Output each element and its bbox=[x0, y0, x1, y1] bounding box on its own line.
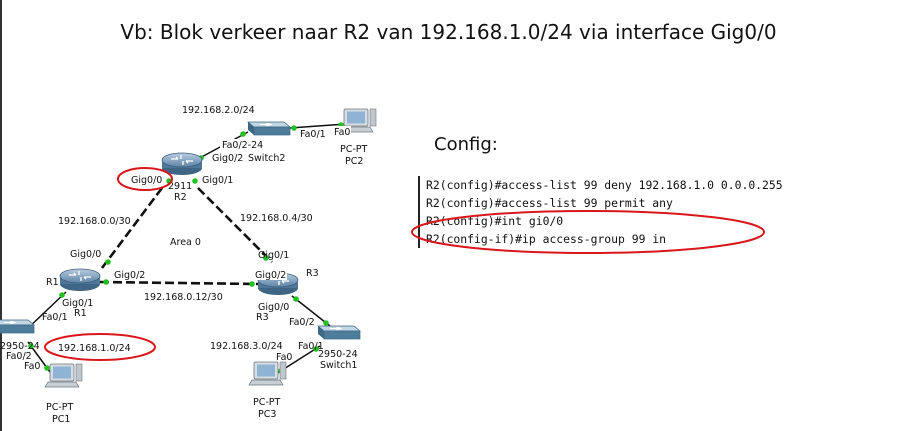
switch-left[interactable] bbox=[0, 319, 35, 334]
label-r1-name-2: R1 bbox=[74, 308, 87, 319]
label-switch1-model: 2950-24 bbox=[318, 349, 358, 360]
label-net-0: 192.168.0.0/30 bbox=[58, 216, 131, 227]
label-r1-fa01: Fa0/1 bbox=[42, 312, 68, 323]
label-sw2-gig02: Gig0/2 bbox=[212, 153, 243, 164]
label-r3-name: R3 bbox=[306, 268, 319, 279]
label-r2-gig00: Gig0/0 bbox=[131, 175, 162, 186]
label-pc1-fa0: Fa0 bbox=[24, 361, 40, 372]
label-pc2-name: PC2 bbox=[345, 156, 363, 167]
label-pc3-type: PC-PT bbox=[253, 397, 281, 408]
config-commands: R2(config)#access-list 99 deny 192.168.1… bbox=[418, 176, 783, 248]
link-r2-r1 bbox=[100, 187, 164, 269]
router-r1[interactable] bbox=[59, 268, 101, 292]
label-r1-gig02: Gig0/2 bbox=[114, 270, 145, 281]
label-net-12: 192.168.0.12/30 bbox=[144, 292, 223, 303]
config-line: R2(config-if)#ip access-group 99 in bbox=[426, 232, 667, 246]
config-heading: Config: bbox=[434, 134, 498, 155]
label-switch2-name: Switch2 bbox=[248, 153, 285, 164]
label-r3-gig02: Gig0/2 bbox=[255, 270, 286, 281]
label-net-1: 192.168.1.0/24 bbox=[58, 343, 131, 354]
router-r2[interactable] bbox=[161, 152, 203, 176]
pc-pc1[interactable] bbox=[44, 363, 83, 388]
config-line: R2(config)#int gi0/0 bbox=[426, 214, 564, 228]
label-net-4: 192.168.0.4/30 bbox=[240, 213, 313, 224]
config-line: R2(config)#access-list 99 deny 192.168.1… bbox=[426, 178, 783, 192]
label-pc3-fa0: Fa0 bbox=[276, 352, 292, 363]
label-r1-gig00: Gig0/0 bbox=[70, 249, 101, 260]
label-sw2-port-range: Fa0/2-24 bbox=[222, 140, 263, 151]
label-pc1-type: PC-PT bbox=[46, 402, 74, 413]
switch-switch1[interactable] bbox=[317, 325, 361, 340]
label-pc3-name: PC3 bbox=[258, 409, 276, 420]
pc-pc3[interactable] bbox=[248, 361, 287, 386]
switch-switch2[interactable] bbox=[247, 121, 291, 136]
label-r2-name: R2 bbox=[174, 192, 187, 203]
label-r3-fa02: Fa0/2 bbox=[289, 317, 315, 328]
label-r3-name-2: R3 bbox=[256, 312, 269, 323]
label-pc2-type: PC-PT bbox=[340, 144, 368, 155]
label-sw2-fa01: Fa0/1 bbox=[300, 129, 326, 140]
label-r1-name: R1 bbox=[46, 277, 59, 288]
config-line: R2(config)#access-list 99 permit any bbox=[426, 196, 673, 210]
label-pc2-fa0: Fa0 bbox=[334, 127, 350, 138]
link-r1-r3 bbox=[99, 280, 259, 286]
label-r2-gig01: Gig0/1 bbox=[202, 175, 233, 186]
label-area: Area 0 bbox=[170, 237, 201, 248]
label-r3-gig01: Gig0/1 bbox=[258, 250, 289, 261]
label-pc1-name: PC1 bbox=[52, 414, 70, 425]
label-switch1-name: Switch1 bbox=[320, 360, 357, 371]
label-net-3: 192.168.3.0/24 bbox=[210, 341, 283, 352]
label-net-2: 192.168.2.0/24 bbox=[182, 105, 255, 116]
